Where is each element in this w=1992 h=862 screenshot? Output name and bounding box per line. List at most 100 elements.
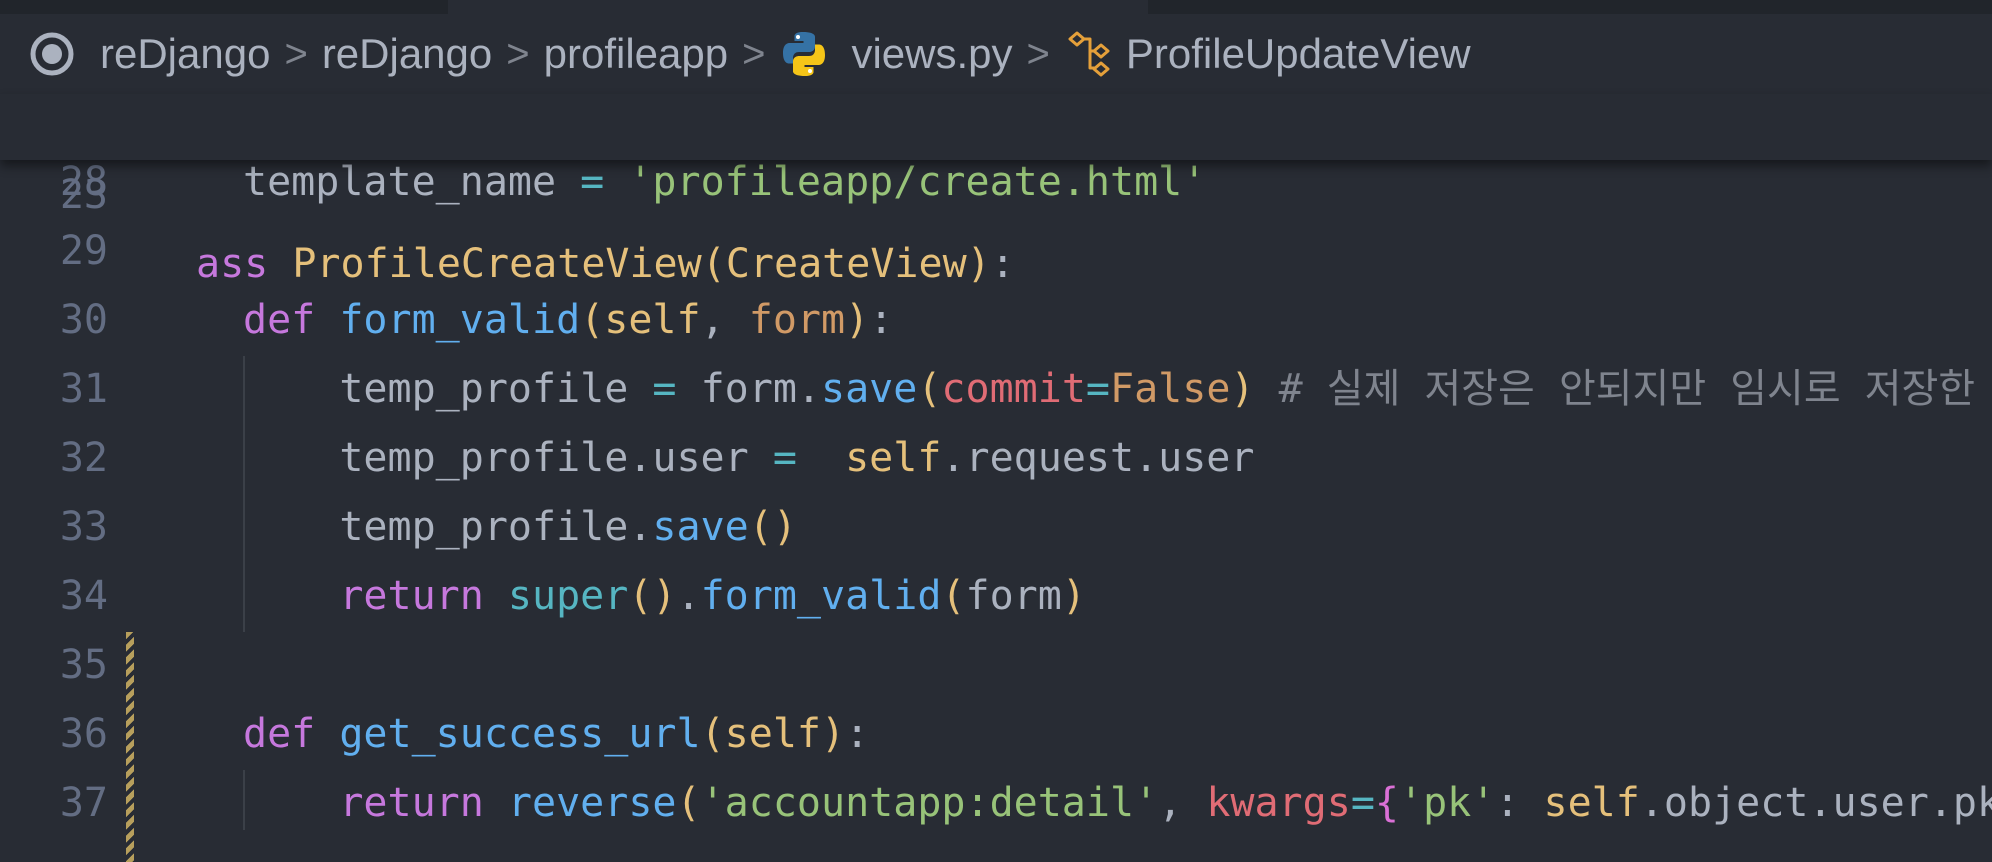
- code-token: ): [1061, 573, 1086, 619]
- code-text: temp_profile.user = self.request.user: [243, 424, 1254, 493]
- code-line[interactable]: 32 temp_profile.user = self.request.user: [0, 424, 1992, 493]
- code-token: template_name: [243, 159, 581, 205]
- code-token: (): [748, 504, 797, 550]
- code-token: def: [243, 297, 340, 343]
- code-text: return reverse('accountapp:detail', kwar…: [243, 769, 1992, 838]
- code-text: temp_profile.save(): [243, 493, 797, 562]
- code-token: save: [821, 366, 918, 412]
- breadcrumb-item-root[interactable]: reDjango: [100, 30, 270, 78]
- active-tab[interactable]: [448, 0, 1148, 14]
- line-number: 23: [59, 172, 108, 218]
- code-text: return super().form_valid(form): [243, 562, 1086, 631]
- code-token: form: [748, 297, 846, 343]
- code-token: :: [845, 711, 870, 757]
- code-token: (: [700, 711, 725, 757]
- class-symbol-icon: [1068, 31, 1110, 77]
- sticky-scroll-line[interactable]: 23 ass ProfileCreateView(CreateView):: [0, 92, 1992, 287]
- code-token: =: [652, 366, 677, 412]
- code-token: ,: [700, 297, 749, 343]
- code-text: temp_profile = form.save(commit=False) #…: [243, 355, 1975, 424]
- code-token: =: [580, 159, 605, 205]
- line-number: 32: [59, 435, 108, 481]
- code-token: 'profileapp/create.html': [628, 159, 1207, 205]
- code-token: False: [1110, 366, 1231, 412]
- breadcrumb-separator: >: [284, 31, 308, 76]
- code-token: :: [869, 297, 894, 343]
- breadcrumb-item-app[interactable]: profileapp: [544, 30, 728, 78]
- code-token: (: [580, 297, 605, 343]
- code-token: =: [1085, 366, 1111, 412]
- code-token: commit: [941, 366, 1086, 412]
- code-line[interactable]: 34 return super().form_valid(form): [0, 562, 1992, 631]
- code-line[interactable]: 35: [0, 631, 1992, 700]
- code-line[interactable]: 33 temp_profile.save(): [0, 493, 1992, 562]
- code-token: temp_profile: [243, 366, 653, 412]
- code-token: ): [966, 241, 991, 287]
- folder-ring-icon: [30, 32, 74, 76]
- line-number: 37: [59, 780, 108, 826]
- breadcrumb-separator: >: [1026, 31, 1050, 76]
- code-token: .request.user: [941, 435, 1255, 481]
- code-token: ass: [196, 241, 293, 287]
- tab-strip: [0, 0, 1992, 14]
- code-token: kwargs: [1206, 780, 1351, 826]
- code-token: # 실제 저장은 안되지만 임시로 저장한: [1254, 366, 1976, 412]
- line-number: 36: [59, 711, 108, 757]
- breadcrumb-separator: >: [506, 31, 530, 76]
- code-token: form: [965, 573, 1062, 619]
- sticky-scroll-header[interactable]: 23 ass ProfileCreateView(CreateView):: [0, 92, 1992, 287]
- code-token: :: [990, 241, 1015, 287]
- code-token: return: [339, 573, 508, 619]
- indent-guide: [243, 356, 245, 632]
- code-token: 'pk': [1399, 780, 1496, 826]
- code-token: temp_profile.: [243, 504, 653, 550]
- breadcrumb-item-project[interactable]: reDjango: [322, 30, 492, 78]
- code-token: .: [676, 573, 701, 619]
- git-modified-gutter: [126, 632, 134, 862]
- code-token: ): [820, 711, 846, 757]
- indent-guide: [243, 770, 245, 830]
- breadcrumb-item-file[interactable]: views.py: [851, 30, 1012, 78]
- code-text: def get_success_url(self):: [243, 700, 869, 769]
- code-token: form_valid: [339, 297, 581, 343]
- breadcrumb-separator: >: [742, 31, 766, 76]
- code-token: {: [1374, 780, 1399, 826]
- code-text: ass ProfileCreateView(CreateView):: [196, 230, 1015, 299]
- code-token: CreateView: [725, 241, 967, 287]
- code-token: reverse: [507, 780, 677, 826]
- code-token: (: [941, 573, 966, 619]
- code-token: temp_profile.user: [243, 435, 773, 481]
- breadcrumb-item-symbol[interactable]: ProfileUpdateView: [1126, 30, 1471, 78]
- code-token: ProfileCreateView: [292, 241, 702, 287]
- code-token: form_valid: [700, 573, 942, 619]
- breadcrumb: reDjango > reDjango > profileapp > views…: [0, 14, 1992, 94]
- code-token: return: [339, 780, 508, 826]
- code-token: self: [845, 435, 942, 481]
- python-file-icon: [783, 32, 826, 76]
- line-number: 35: [59, 642, 108, 688]
- code-token: self: [1543, 780, 1640, 826]
- code-token: .object.user.pk: [1639, 780, 1992, 826]
- code-token: (): [628, 573, 677, 619]
- code-token: get_success_url: [339, 711, 701, 757]
- code-token: ,: [1158, 780, 1207, 826]
- code-line[interactable]: 36 def get_success_url(self):: [0, 700, 1992, 769]
- code-token: (: [676, 780, 701, 826]
- line-number: 34: [59, 573, 108, 619]
- code-token: ): [1230, 366, 1255, 412]
- code-line[interactable]: 37 return reverse('accountapp:detail', k…: [0, 769, 1992, 838]
- line-number: 33: [59, 504, 108, 550]
- code-token: 'accountapp:detail': [700, 780, 1159, 826]
- code-token: (: [917, 366, 942, 412]
- code-token: (: [701, 241, 726, 287]
- code-line[interactable]: 31 temp_profile = form.save(commit=False…: [0, 355, 1992, 424]
- code-token: ): [845, 297, 870, 343]
- code-token: :: [1495, 780, 1544, 826]
- code-token: form.: [676, 366, 821, 412]
- code-token: =: [772, 435, 797, 481]
- code-token: super: [507, 573, 629, 619]
